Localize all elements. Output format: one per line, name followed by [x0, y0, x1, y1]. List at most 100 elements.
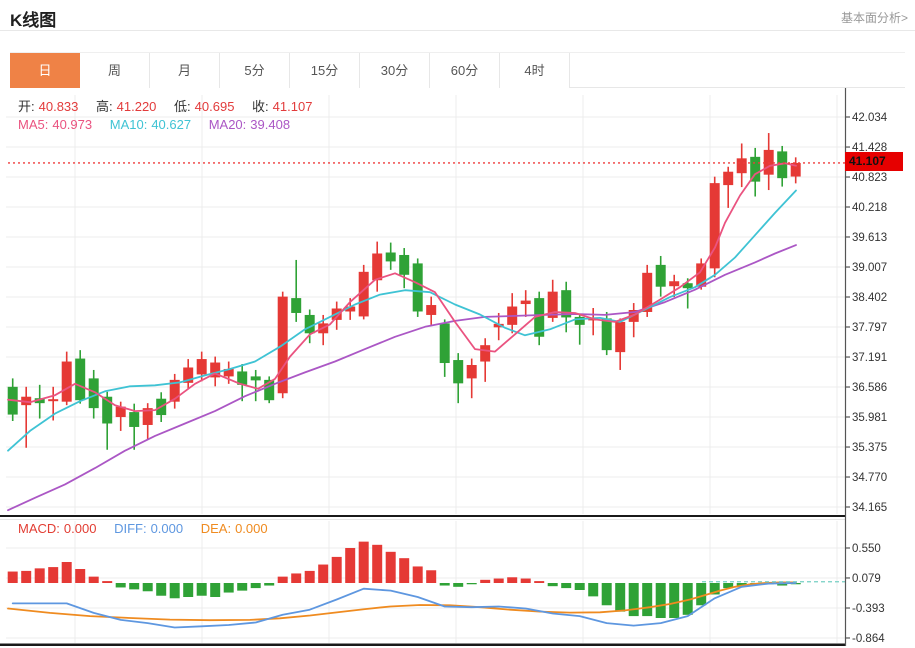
close-label: 收:: [252, 99, 269, 114]
macd-bar: [642, 583, 653, 617]
axis-tick-label: 35.375: [852, 442, 887, 454]
axis-tick-label: 35.981: [852, 412, 887, 424]
macd-bar: [237, 583, 248, 591]
macd-bar: [696, 583, 707, 606]
high-value: 41.220: [116, 99, 157, 114]
candle-body: [250, 376, 261, 381]
diff-label: DIFF:: [114, 521, 147, 536]
candle-body: [439, 323, 450, 364]
dea-label: DEA:: [200, 521, 232, 536]
candle-body: [129, 412, 140, 427]
open-value: 40.833: [38, 99, 79, 114]
page-title: K线图: [10, 11, 57, 30]
ohlc-readout: 开: 40.833 高: 41.220 低: 40.695 收: 41.107: [18, 96, 316, 115]
axis-tick-label: 34.770: [852, 472, 887, 484]
candle-body: [709, 183, 720, 269]
macd-readout: MACD: 0.000 DIFF: 0.000 DEA: 0.000: [18, 521, 272, 536]
candle-body: [480, 345, 491, 362]
axis-tick-label: 37.191: [852, 352, 887, 364]
macd-bar: [655, 583, 666, 619]
candle-body: [291, 298, 302, 313]
macd-bar: [601, 583, 612, 606]
candle-body: [655, 264, 666, 287]
candle-body: [412, 263, 423, 312]
candle-body: [601, 318, 612, 351]
macd-bar: [372, 544, 383, 583]
macd-bar: [250, 583, 261, 589]
candle-body: [615, 321, 626, 353]
macd-bar: [210, 583, 221, 598]
tab-5分[interactable]: 5分: [220, 53, 290, 88]
axis-tick-label: -0.393: [852, 603, 885, 615]
kline-page: { "page": { "title": "K线图", "link": "基本面…: [0, 0, 915, 648]
macd-bar: [439, 583, 450, 586]
axis-tick-label: 39.007: [852, 262, 887, 274]
ma10-value: 40.627: [151, 117, 192, 132]
tab-月[interactable]: 月: [150, 53, 220, 88]
macd-bar: [61, 561, 72, 583]
macd-bar: [385, 551, 396, 583]
candle-body: [520, 300, 531, 305]
macd-bar: [466, 583, 477, 585]
macd-bar: [628, 583, 639, 617]
tab-4时[interactable]: 4时: [500, 53, 570, 88]
candle-body: [399, 254, 410, 275]
axis-tick-label: 42.034: [852, 112, 888, 124]
macd-bar: [358, 541, 369, 583]
macd-bar: [426, 570, 437, 583]
axis-tick-label: 40.218: [852, 202, 887, 214]
macd-bar: [142, 583, 153, 592]
macd-bar: [547, 583, 558, 587]
period-tabbar: 日周月 5分 15分 30分 60分 4时: [10, 52, 905, 88]
macd-bar: [345, 547, 356, 583]
macd-bar: [183, 583, 194, 598]
candle-body: [723, 171, 734, 186]
ma20-label: MA20:: [208, 117, 247, 132]
macd-bar: [102, 581, 113, 583]
tab-30分[interactable]: 30分: [360, 53, 430, 88]
macd-bar: [21, 570, 32, 583]
macd-bar: [561, 583, 572, 589]
macd-label: MACD:: [18, 521, 60, 536]
title-divider: [0, 30, 915, 31]
candle-body: [304, 314, 315, 334]
fundamental-analysis-link[interactable]: 基本面分析>: [841, 9, 908, 26]
macd-bar: [399, 558, 410, 583]
macd-bar: [48, 567, 59, 583]
ma10-label: MA10:: [109, 117, 148, 132]
macd-bar: [156, 583, 167, 596]
candle-body: [426, 305, 437, 315]
macd-bar: [615, 583, 626, 612]
dea-value: 0.000: [235, 521, 268, 536]
macd-bar: [34, 568, 45, 583]
tab-周[interactable]: 周: [80, 53, 150, 88]
tab-60分[interactable]: 60分: [430, 53, 500, 88]
diff-value: 0.000: [150, 521, 184, 536]
macd-bar: [574, 583, 585, 591]
macd-bar: [129, 583, 140, 590]
macd-bar: [412, 566, 423, 583]
candle-body: [669, 281, 680, 287]
axis-tick-label: 0.550: [852, 543, 881, 555]
macd-bar: [264, 583, 275, 586]
axis-tick-label: 34.165: [852, 502, 887, 514]
candle-body: [736, 158, 747, 174]
macd-bar: [318, 564, 329, 583]
macd-bar: [534, 581, 545, 583]
ma-readout: MA5: 40.973 MA10: 40.627 MA20: 39.408: [18, 117, 294, 132]
candle-body: [372, 253, 383, 281]
macd-bar: [453, 583, 464, 587]
macd-bar: [7, 571, 18, 583]
axis-tick-label: 0.079: [852, 573, 881, 585]
macd-bar: [277, 576, 288, 583]
ma5-value: 40.973: [52, 117, 93, 132]
tab-日[interactable]: 日: [10, 53, 80, 88]
macd-bar: [115, 583, 126, 588]
candle-body: [75, 358, 86, 401]
candle-body: [453, 360, 464, 384]
tab-15分[interactable]: 15分: [290, 53, 360, 88]
macd-bar: [331, 556, 342, 583]
axis-tick-label: 40.823: [852, 172, 887, 184]
close-value: 41.107: [272, 99, 313, 114]
axis-tick-label: 37.797: [852, 322, 887, 334]
